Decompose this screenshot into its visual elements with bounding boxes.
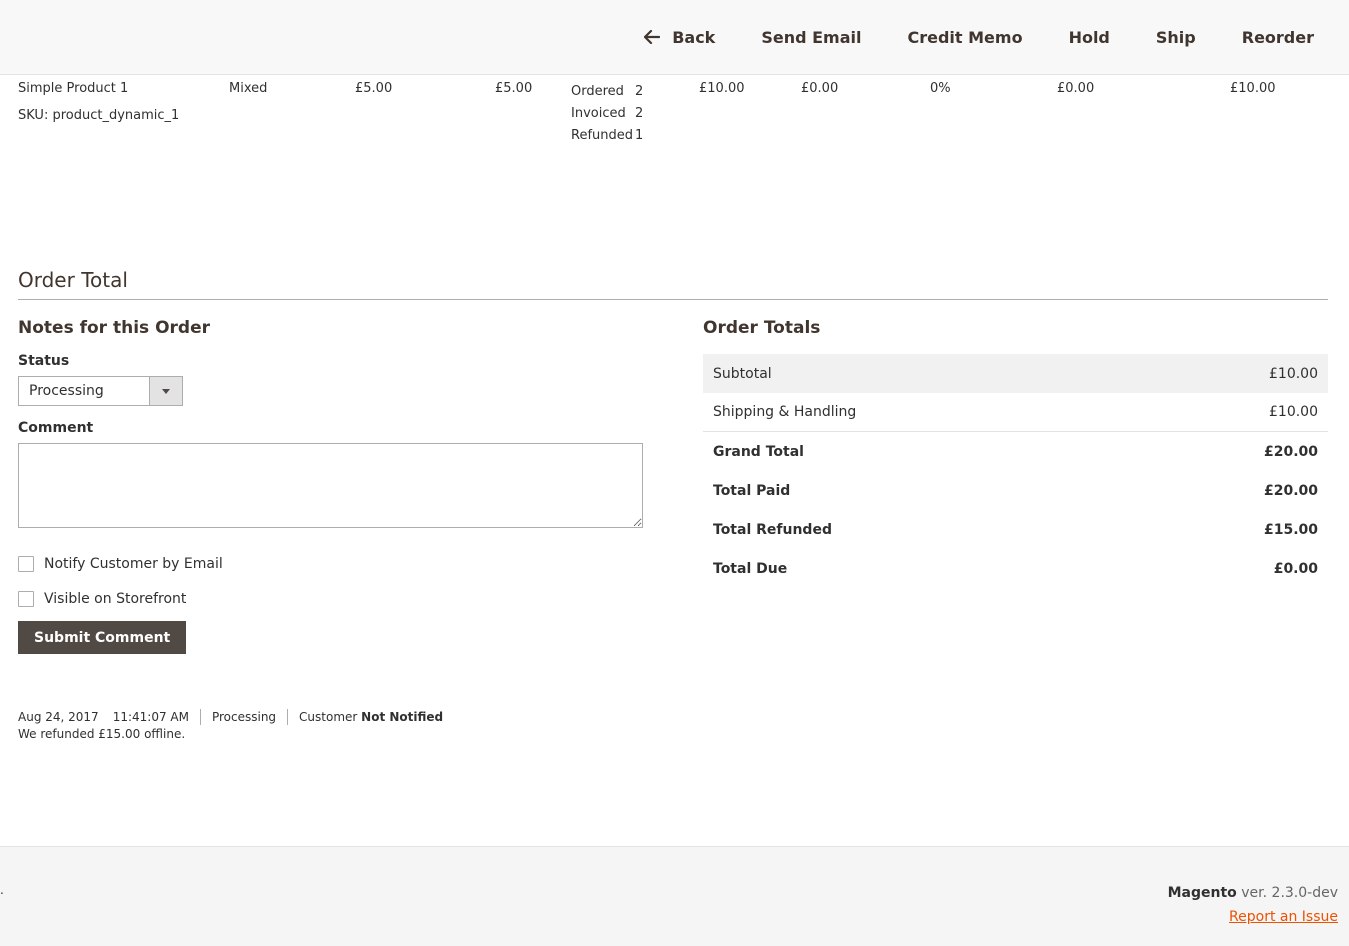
visible-storefront-checkbox[interactable] (18, 591, 34, 607)
ship-button[interactable]: Ship (1133, 28, 1219, 47)
history-separator (287, 709, 289, 725)
totals-row-grand-total: Grand Total £20.00 (703, 432, 1328, 471)
page-actions-toolbar: Back Send Email Credit Memo Hold Ship Re… (0, 0, 1349, 75)
totals-row-shipping: Shipping & Handling £10.00 (703, 393, 1328, 432)
arrow-left-icon (644, 30, 661, 44)
item-sku: SKU: product_dynamic_1 (18, 108, 180, 123)
totals-value: £15.00 (1263, 521, 1318, 538)
page-footer: . Magento ver. 2.3.0-dev Report an Issue (0, 846, 1349, 946)
totals-label: Total Due (713, 560, 788, 577)
totals-row-total-due: Total Due £0.00 (703, 549, 1328, 588)
notify-customer-checkbox[interactable] (18, 556, 34, 572)
history-customer-prefix: Customer (299, 710, 358, 724)
status-label: Status (18, 353, 70, 369)
item-discount: £0.00 (1057, 81, 1095, 96)
send-email-button[interactable]: Send Email (738, 28, 884, 47)
hold-button[interactable]: Hold (1046, 28, 1133, 47)
qty-refunded-label: Refunded (571, 128, 634, 143)
totals-label: Shipping & Handling (713, 404, 857, 420)
footer-dot: . (0, 883, 4, 897)
footer-brand: Magento (1167, 885, 1237, 901)
items-ordered-row: Simple Product 1 SKU: product_dynamic_1 … (0, 78, 1349, 148)
order-notes-panel: Notes for this Order Status Processing C… (18, 318, 643, 654)
credit-memo-button[interactable]: Credit Memo (884, 28, 1045, 47)
qty-invoiced-value: 2 (635, 106, 644, 121)
reorder-button[interactable]: Reorder (1219, 28, 1337, 47)
qty-ordered-value: 2 (635, 84, 644, 99)
comment-textarea[interactable] (18, 443, 643, 528)
chevron-down-icon (162, 388, 170, 394)
notify-customer-label: Notify Customer by Email (44, 556, 223, 572)
history-customer-state: Not Notified (361, 710, 444, 724)
history-time: 11:41:07 AM (112, 710, 189, 724)
status-select-toggle[interactable] (149, 377, 182, 405)
submit-comment-button[interactable]: Submit Comment (18, 621, 187, 654)
notify-customer-row[interactable]: Notify Customer by Email (18, 554, 643, 574)
totals-label: Grand Total (713, 443, 804, 460)
history-date: Aug 24, 2017 (18, 710, 99, 724)
status-select[interactable]: Processing (18, 376, 183, 406)
totals-value: £20.00 (1263, 482, 1318, 499)
report-issue-link[interactable]: Report an Issue (1229, 909, 1338, 925)
back-label: Back (672, 27, 716, 47)
totals-value: £20.00 (1263, 443, 1318, 460)
footer-version-number: ver. 2.3.0-dev (1241, 885, 1338, 901)
item-original-price: £5.00 (355, 81, 393, 96)
totals-row-total-paid: Total Paid £20.00 (703, 471, 1328, 510)
item-subtotal: £10.00 (699, 81, 745, 96)
totals-value: £0.00 (1273, 560, 1318, 577)
item-tax-amount: £0.00 (801, 81, 839, 96)
item-qty: Ordered 2 Invoiced 2 Refunded 1 (571, 81, 643, 147)
visible-storefront-label: Visible on Storefront (44, 591, 187, 607)
history-status: Processing (211, 710, 277, 724)
totals-label: Total Paid (713, 482, 791, 499)
history-meta: Aug 24, 2017 11:41:07 AM Processing Cust… (18, 708, 443, 726)
totals-row-subtotal: Subtotal £10.00 (703, 354, 1328, 393)
totals-row-total-refunded: Total Refunded £15.00 (703, 510, 1328, 549)
item-product-name: Simple Product 1 (18, 81, 129, 96)
item-price: £5.00 (495, 81, 533, 96)
comment-history-entry: Aug 24, 2017 11:41:07 AM Processing Cust… (18, 708, 443, 741)
footer-version: Magento ver. 2.3.0-dev (1168, 885, 1338, 901)
totals-value: £10.00 (1269, 404, 1318, 420)
item-status: Mixed (229, 81, 268, 96)
totals-label: Total Refunded (713, 521, 832, 538)
history-separator (199, 709, 201, 725)
qty-refunded-value: 1 (635, 128, 644, 143)
order-totals-panel: Order Totals Subtotal £10.00 Shipping & … (703, 318, 1328, 588)
comment-label: Comment (18, 420, 94, 436)
visible-storefront-row[interactable]: Visible on Storefront (18, 589, 643, 609)
status-select-value: Processing (29, 383, 104, 399)
notes-title: Notes for this Order (18, 318, 210, 338)
item-row-total: £10.00 (1230, 81, 1276, 96)
order-total-section-title: Order Total (18, 268, 128, 292)
back-button[interactable]: Back (621, 28, 738, 47)
history-note: We refunded £15.00 offline. (18, 727, 186, 741)
qty-ordered-label: Ordered (571, 84, 624, 99)
section-divider (18, 299, 1328, 300)
totals-value: £10.00 (1269, 365, 1318, 382)
page-actions: Back Send Email Credit Memo Hold Ship Re… (621, 0, 1337, 74)
item-tax-percent: 0% (930, 81, 951, 96)
totals-label: Subtotal (713, 365, 772, 382)
totals-title: Order Totals (703, 318, 821, 338)
qty-invoiced-label: Invoiced (571, 106, 626, 121)
